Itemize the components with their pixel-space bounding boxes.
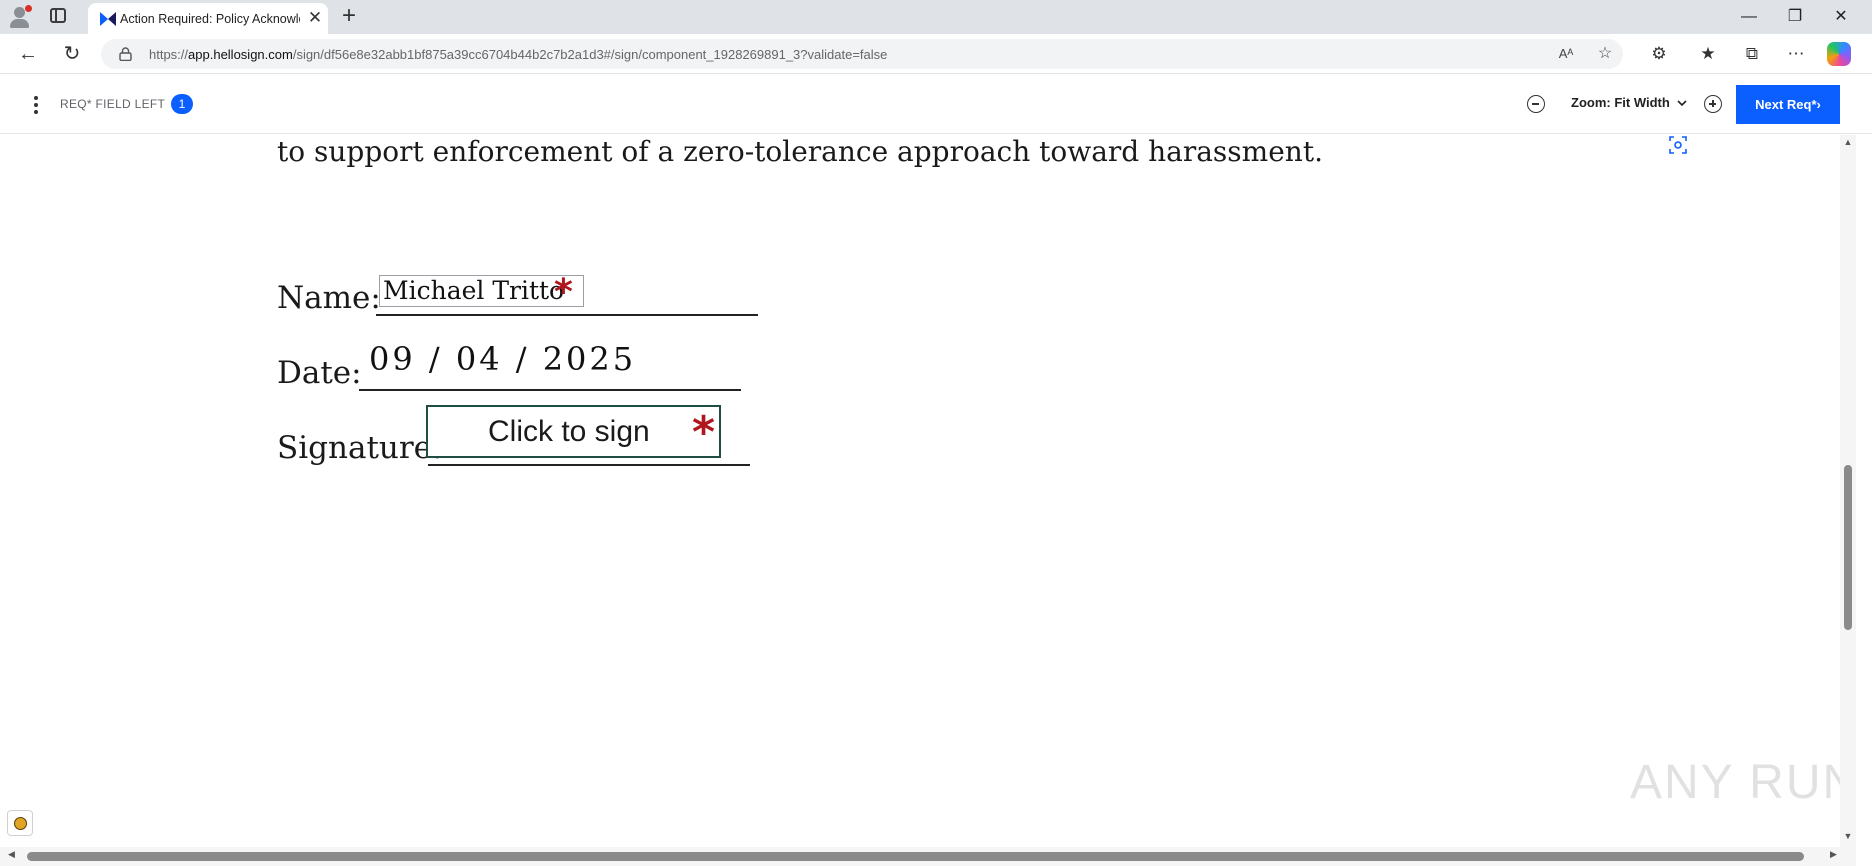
tab-title: Action Required: Policy Acknowledgement [120, 12, 300, 26]
signature-label: Signature: [277, 430, 443, 466]
name-label: Name: [277, 280, 381, 316]
read-aloud-icon[interactable]: Aᴬ [1556, 44, 1576, 64]
next-required-button-label: Next Req* [1755, 97, 1817, 112]
next-required-button[interactable]: Next Req*› [1736, 85, 1840, 124]
browser-tab-active[interactable]: Action Required: Policy Acknowledgement … [88, 3, 328, 34]
url-host: app.hellosign.com [188, 47, 293, 62]
zoom-in-icon[interactable] [1704, 95, 1722, 113]
favorites-icon[interactable]: ★ [1697, 43, 1719, 65]
address-bar[interactable]: https://app.hellosign.com/sign/df56e8e32… [101, 39, 1623, 69]
vertical-scrollbar[interactable]: ▲ ▼ [1840, 135, 1856, 847]
vertical-scroll-thumb[interactable] [1844, 465, 1852, 630]
tab-close-icon[interactable]: ✕ [306, 9, 324, 27]
cookie-icon [14, 817, 27, 830]
close-window-icon[interactable]: ✕ [1818, 0, 1864, 34]
required-fields-count-badge: 1 [171, 94, 193, 114]
click-to-sign-label: Click to sign [488, 415, 650, 448]
lock-icon [119, 47, 132, 61]
required-star-icon: * [554, 272, 573, 313]
date-field[interactable]: 09 / 04 / 2025 [369, 340, 636, 378]
name-value: Michael Tritto [383, 276, 565, 305]
zoom-out-icon[interactable] [1527, 95, 1545, 113]
hellosign-favicon-icon [100, 12, 116, 26]
profile-avatar-icon[interactable] [8, 5, 32, 29]
required-fields-label: REQ* FIELD LEFT [60, 97, 166, 111]
chevron-down-icon [1677, 100, 1687, 107]
url-scheme: https:// [149, 47, 189, 62]
signature-underline [428, 464, 750, 466]
scroll-left-icon[interactable]: ◀ [8, 849, 15, 860]
next-arrow-icon: › [1816, 97, 1821, 112]
tab-actions-icon[interactable] [50, 8, 66, 23]
zoom-select-label: Zoom: Fit Width [1571, 95, 1670, 110]
name-underline [376, 314, 758, 316]
anyrun-watermark: ANY RUN [1630, 756, 1840, 809]
signature-field[interactable]: Click to sign * [426, 405, 721, 458]
scroll-right-icon[interactable]: ▶ [1830, 849, 1837, 860]
favorite-star-icon[interactable]: ☆ [1595, 44, 1615, 64]
restore-window-icon[interactable]: ❐ [1772, 0, 1818, 34]
required-star-icon: * [692, 407, 716, 458]
horizontal-scroll-thumb[interactable] [27, 852, 1804, 861]
zoom-select[interactable]: Zoom: Fit Width [1571, 95, 1687, 110]
copilot-icon[interactable] [1827, 42, 1851, 66]
scroll-down-icon[interactable]: ▼ [1840, 829, 1856, 843]
name-field[interactable]: Michael Tritto * [379, 272, 584, 313]
focus-mode-icon[interactable] [1668, 135, 1688, 155]
date-underline [359, 389, 741, 391]
cookie-settings-button[interactable] [7, 810, 33, 836]
extensions-icon[interactable]: ⚙ [1648, 43, 1670, 65]
date-label: Date: [277, 355, 362, 391]
horizontal-scrollbar[interactable]: ◀ ▶ [0, 847, 1856, 866]
browser-tab-strip: Action Required: Policy Acknowledgement … [0, 0, 1872, 34]
new-tab-icon[interactable]: + [338, 4, 360, 28]
more-icon[interactable]: ⋯ [1785, 43, 1807, 65]
url-text[interactable]: https://app.hellosign.com/sign/df56e8e32… [149, 47, 887, 62]
collections-icon[interactable]: ⧉ [1741, 43, 1763, 65]
document-viewport[interactable]: to support enforcement of a zero-toleran… [0, 135, 1840, 847]
document-body-text: to support enforcement of a zero-toleran… [277, 135, 1323, 168]
minimize-window-icon[interactable]: — [1726, 0, 1772, 34]
scroll-up-icon[interactable]: ▲ [1840, 135, 1856, 149]
url-path: /sign/df56e8e32abb1bf875a39cc6704b44b2c7… [292, 47, 888, 62]
menu-kebab-icon[interactable] [28, 94, 44, 116]
browser-toolbar: ← ↻ https://app.hellosign.com/sign/df56e… [0, 34, 1872, 74]
back-icon[interactable]: ← [14, 40, 42, 68]
refresh-icon[interactable]: ↻ [58, 40, 86, 68]
signing-toolbar: REQ* FIELD LEFT 1 Zoom: Fit Width Next R… [0, 75, 1872, 134]
